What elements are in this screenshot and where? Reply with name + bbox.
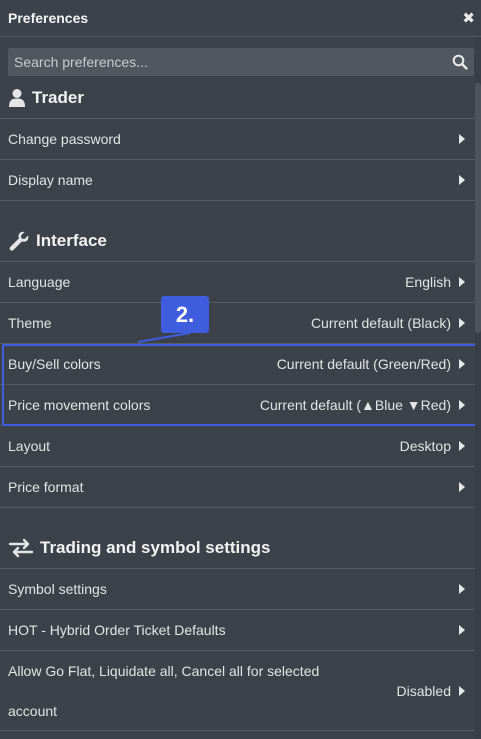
pref-value: Current default (▲Blue ▼Red)	[259, 397, 451, 413]
pref-value: Current default (Green/Red)	[276, 356, 451, 372]
pref-label: Buy/Sell colors	[8, 356, 101, 372]
chevron-right-icon	[459, 400, 465, 410]
section-header-trader: Trader	[8, 79, 474, 117]
chevron-right-icon	[459, 625, 465, 635]
pref-value: Disabled	[396, 682, 451, 699]
chevron-right-icon	[459, 441, 465, 451]
pref-row-language[interactable]: Language English	[0, 261, 475, 302]
pref-row-theme[interactable]: Theme Current default (Black)	[0, 302, 475, 343]
chevron-right-icon	[459, 277, 465, 287]
chevron-right-icon	[459, 134, 465, 144]
pref-row-hot-defaults[interactable]: HOT - Hybrid Order Ticket Defaults	[0, 609, 475, 650]
pref-row-price-format[interactable]: Price format	[0, 466, 475, 507]
user-icon	[9, 89, 25, 107]
pref-row-symbol-settings[interactable]: Symbol settings	[0, 568, 475, 609]
search-icon[interactable]	[452, 54, 468, 70]
pref-value: Current default (Black)	[310, 315, 451, 331]
pref-label: Layout	[8, 438, 51, 454]
pref-label: Price movement colors	[8, 397, 151, 413]
divider	[0, 730, 475, 731]
chevron-right-icon	[459, 175, 465, 185]
chevron-right-icon	[459, 482, 465, 492]
scrollbar-thumb[interactable]	[475, 83, 481, 333]
pref-label: Language	[8, 274, 71, 290]
pref-row-go-flat[interactable]: Allow Go Flat, Liquidate all, Cancel all…	[0, 650, 475, 730]
divider	[0, 507, 475, 508]
divider	[0, 200, 475, 201]
section-header-interface: Interface	[8, 222, 474, 260]
pref-value: Desktop	[399, 438, 451, 454]
scrollbar[interactable]	[475, 37, 481, 739]
swap-arrows-icon	[8, 538, 34, 558]
pref-label: Change password	[8, 131, 121, 147]
section-title-interface: Interface	[36, 231, 107, 250]
pref-label: Price format	[8, 479, 84, 495]
pref-label: Display name	[8, 172, 93, 188]
callout-badge: 2.	[161, 296, 209, 333]
close-icon[interactable]: ✖	[462, 9, 475, 27]
pref-label: Symbol settings	[8, 581, 107, 597]
chevron-right-icon	[459, 359, 465, 369]
pref-row-change-password[interactable]: Change password	[0, 118, 475, 159]
pref-label: Theme	[8, 315, 52, 331]
section-title-trading: Trading and symbol settings	[40, 538, 271, 557]
chevron-right-icon	[459, 318, 465, 328]
pref-label: Allow Go Flat, Liquidate all, Cancel all…	[8, 662, 320, 719]
section-header-trading: Trading and symbol settings	[8, 529, 474, 567]
window-title: Preferences	[8, 10, 89, 26]
pref-row-price-movement-colors[interactable]: Price movement colors Current default (▲…	[0, 384, 475, 425]
preferences-panel: Trader Change password Display name Inte…	[0, 37, 481, 739]
pref-label: HOT - Hybrid Order Ticket Defaults	[8, 622, 226, 638]
search-input[interactable]	[8, 48, 428, 76]
wrench-icon	[9, 231, 29, 251]
chevron-right-icon	[459, 584, 465, 594]
pref-row-display-name[interactable]: Display name	[0, 159, 475, 200]
chevron-right-icon	[459, 685, 465, 696]
pref-value: English	[405, 274, 451, 290]
pref-row-layout[interactable]: Layout Desktop	[0, 425, 475, 466]
section-title-trader: Trader	[32, 88, 84, 107]
pref-row-buy-sell-colors[interactable]: Buy/Sell colors Current default (Green/R…	[0, 343, 475, 384]
window-titlebar: Preferences ✖	[0, 0, 481, 37]
search-box	[8, 48, 474, 76]
